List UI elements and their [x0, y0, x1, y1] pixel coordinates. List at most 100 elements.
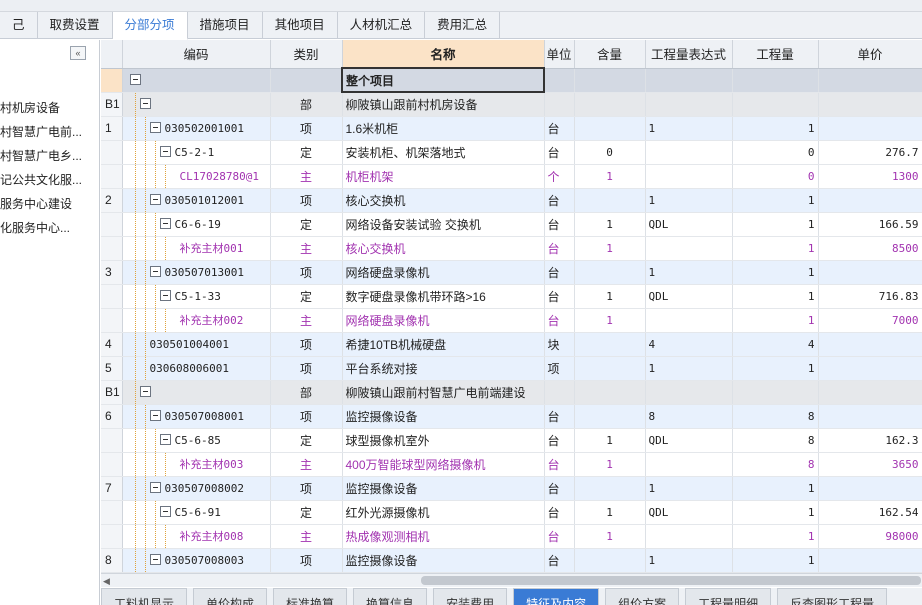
name-cell[interactable]: 柳陂镇山跟前村智慧广电前端建设 [342, 380, 545, 405]
bottom-tab-3[interactable]: 换算信息 [353, 588, 428, 605]
unit-price-cell[interactable] [818, 332, 922, 357]
quantity-expression-cell[interactable] [645, 452, 733, 477]
content-ratio-cell[interactable]: 1 [574, 236, 646, 261]
quantity-cell[interactable] [732, 92, 819, 117]
column-header[interactable]: 工程量 [732, 40, 819, 69]
code-cell[interactable] [122, 68, 271, 93]
unit-price-cell[interactable] [818, 68, 922, 93]
column-header[interactable]: 含量 [574, 40, 646, 69]
code-cell[interactable]: 补充主材008 [122, 524, 271, 549]
unit-cell[interactable]: 台 [544, 404, 575, 429]
table-row[interactable]: 4 030501004001 项希捷10TB机械硬盘块 4 4 [101, 332, 922, 357]
column-header[interactable]: 编码 [122, 40, 271, 69]
table-row[interactable]: C5-1-33 定数字硬盘录像机带环路>16 台 1 QDL 1 716.83 [101, 284, 922, 309]
unit-cell[interactable]: 台 [544, 212, 575, 237]
code-cell[interactable]: CL17028780@1 [122, 164, 271, 189]
code-cell[interactable]: 030507013001 [122, 260, 271, 285]
unit-price-cell[interactable] [818, 116, 922, 141]
name-cell[interactable]: 整个项目 [341, 67, 545, 93]
collapse-toggle-icon[interactable] [149, 193, 161, 205]
unit-price-cell[interactable]: 166.59 [818, 212, 922, 237]
tab-4[interactable]: 其他项目 [263, 12, 338, 39]
table-row[interactable]: B1 部柳陂镇山跟前村智慧广电前端建设 [101, 380, 922, 405]
bottom-tab-0[interactable]: 工料机显示 [101, 588, 188, 605]
category-cell[interactable]: 定 [270, 500, 343, 525]
table-row[interactable]: 整个项目 [101, 67, 922, 93]
collapse-toggle-icon[interactable] [149, 409, 161, 421]
table-row[interactable]: 7 030507008002 项监控摄像设备台 1 1 [101, 476, 922, 501]
table-row[interactable]: 1 030502001001 项 1.6米机柜台 1 1 [101, 116, 922, 141]
quantity-expression-cell[interactable]: 4 [645, 332, 733, 357]
content-ratio-cell[interactable]: 1 [574, 212, 646, 237]
category-cell[interactable]: 定 [270, 428, 343, 453]
bottom-tab-1[interactable]: 单价构成 [193, 588, 268, 605]
quantity-expression-cell[interactable]: 1 [645, 548, 733, 573]
code-cell[interactable]: 030502001001 [122, 116, 271, 141]
unit-cell[interactable] [544, 92, 575, 117]
category-cell[interactable]: 项 [270, 188, 343, 213]
content-ratio-cell[interactable] [574, 476, 646, 501]
category-cell[interactable]: 项 [270, 476, 343, 501]
name-cell[interactable]: 热成像观测相机 [342, 524, 545, 549]
tree-item[interactable]: 村机房设备 [0, 96, 99, 120]
quantity-expression-cell[interactable]: 1 [645, 188, 733, 213]
unit-price-cell[interactable]: 162.3 [818, 428, 922, 453]
collapse-toggle-icon[interactable] [129, 73, 141, 85]
name-cell[interactable]: 柳陂镇山跟前村机房设备 [342, 92, 545, 117]
quantity-cell[interactable]: 1 [732, 212, 819, 237]
content-ratio-cell[interactable] [574, 92, 646, 117]
quantity-expression-cell[interactable] [645, 524, 733, 549]
content-ratio-cell[interactable] [574, 380, 646, 405]
category-cell[interactable]: 主 [270, 236, 343, 261]
code-cell[interactable]: 030507008002 [122, 476, 271, 501]
unit-price-cell[interactable] [818, 380, 922, 405]
unit-cell[interactable]: 台 [544, 116, 575, 141]
content-ratio-cell[interactable]: 1 [574, 308, 646, 333]
content-ratio-cell[interactable] [574, 188, 646, 213]
tree-item[interactable]: 服务中心建设 [0, 192, 99, 216]
table-row[interactable]: 补充主材003 主 400万智能球型网络摄像机台 1 8 3650 [101, 452, 922, 477]
tab-2[interactable]: 分部分项 [112, 12, 188, 40]
tab-3[interactable]: 措施项目 [188, 12, 263, 39]
tab-5[interactable]: 人材机汇总 [338, 12, 426, 39]
quantity-expression-cell[interactable]: 1 [645, 356, 733, 381]
unit-price-cell[interactable] [818, 356, 922, 381]
unit-cell[interactable]: 台 [544, 428, 575, 453]
unit-cell[interactable]: 台 [544, 188, 575, 213]
bottom-tab-2[interactable]: 标准换算 [273, 588, 348, 605]
unit-price-cell[interactable]: 98000 [818, 524, 922, 549]
unit-price-cell[interactable]: 162.54 [818, 500, 922, 525]
quantity-cell[interactable]: 0 [732, 140, 819, 165]
name-cell[interactable]: 核心交换机 [342, 188, 545, 213]
collapse-toggle-icon[interactable] [159, 145, 171, 157]
code-cell[interactable]: C6-6-19 [122, 212, 271, 237]
tab-1[interactable]: 取费设置 [38, 12, 113, 39]
name-cell[interactable]: 希捷10TB机械硬盘 [342, 332, 545, 357]
unit-cell[interactable]: 台 [544, 236, 575, 261]
unit-price-cell[interactable]: 3650 [818, 452, 922, 477]
tree-item[interactable]: 村智慧广电前... [0, 120, 99, 144]
table-row[interactable]: C5-6-85 定球型摄像机室外台 1 QDL 8 162.3 [101, 428, 922, 453]
category-cell[interactable]: 项 [270, 116, 343, 141]
code-cell[interactable]: 030608006001 [122, 356, 271, 381]
content-ratio-cell[interactable] [574, 332, 646, 357]
table-row[interactable]: B1 部柳陂镇山跟前村机房设备 [101, 92, 922, 117]
collapse-panel-button[interactable]: « [70, 46, 86, 60]
unit-price-cell[interactable]: 716.83 [818, 284, 922, 309]
quantity-cell[interactable]: 1 [732, 116, 819, 141]
content-ratio-cell[interactable]: 1 [574, 500, 646, 525]
content-ratio-cell[interactable]: 1 [574, 452, 646, 477]
quantity-cell[interactable]: 8 [732, 452, 819, 477]
collapse-toggle-icon[interactable] [159, 289, 171, 301]
category-cell[interactable]: 部 [270, 380, 343, 405]
tree-item[interactable]: 记公共文化服... [0, 168, 99, 192]
code-cell[interactable]: C5-6-91 [122, 500, 271, 525]
content-ratio-cell[interactable] [574, 404, 646, 429]
tree-item[interactable]: 化服务中心... [0, 216, 99, 240]
code-cell[interactable]: C5-6-85 [122, 428, 271, 453]
name-cell[interactable]: 数字硬盘录像机带环路>16 [342, 284, 545, 309]
category-cell[interactable] [270, 68, 343, 93]
table-row[interactable]: 补充主材008 主热成像观测相机台 1 1 98000 [101, 524, 922, 549]
quantity-expression-cell[interactable] [645, 308, 733, 333]
collapse-toggle-icon[interactable] [139, 385, 151, 397]
